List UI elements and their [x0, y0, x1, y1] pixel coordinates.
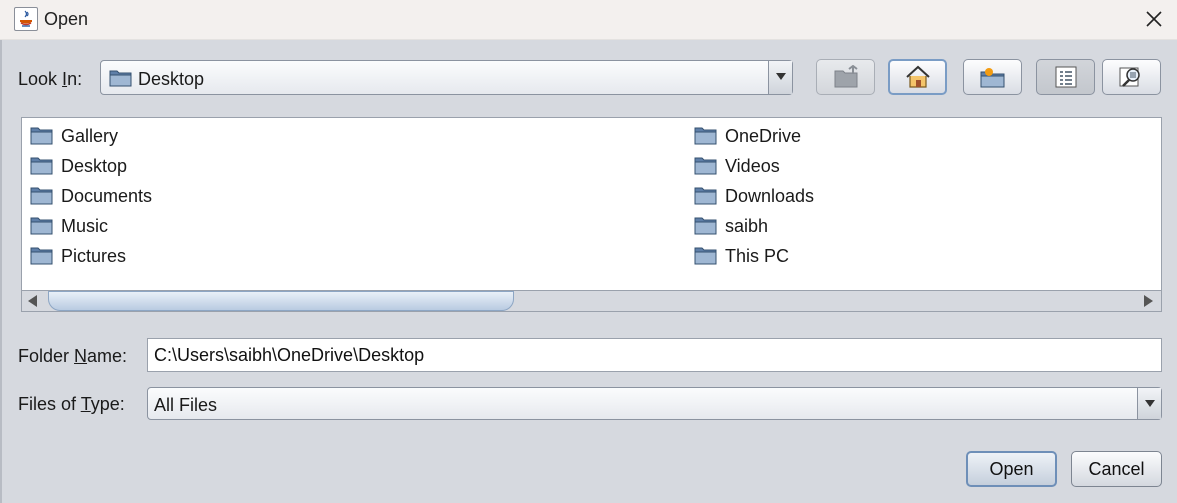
list-item[interactable]: Videos [694, 153, 780, 179]
item-label: Videos [725, 155, 780, 176]
folder-icon [30, 127, 53, 145]
new-folder-button[interactable] [963, 59, 1022, 95]
file-list[interactable]: Gallery Desktop Documents Music Pictures… [21, 117, 1162, 291]
folder-icon [30, 157, 53, 175]
cancel-button[interactable]: Cancel [1071, 451, 1162, 487]
folder-name-field[interactable] [147, 338, 1162, 372]
item-label: Gallery [61, 125, 119, 146]
list-item[interactable]: Desktop [30, 153, 127, 179]
window-border [0, 40, 2, 503]
scroll-right-icon[interactable] [1144, 295, 1153, 307]
folder-icon [30, 247, 53, 265]
list-item[interactable]: Music [30, 213, 108, 239]
scrollbar-thumb[interactable] [48, 291, 514, 311]
list-view-button[interactable] [1036, 59, 1095, 95]
open-button[interactable]: Open [966, 451, 1057, 487]
home-icon [905, 65, 930, 88]
item-label: Documents [61, 185, 153, 206]
new-folder-icon [980, 68, 1004, 88]
list-item[interactable]: This PC [694, 243, 789, 269]
list-item[interactable]: OneDrive [694, 123, 801, 149]
horizontal-scrollbar[interactable] [21, 290, 1162, 312]
look-in-value: Desktop [138, 69, 205, 89]
up-folder-icon [834, 65, 858, 88]
folder-icon [30, 187, 53, 205]
item-label: Downloads [725, 185, 815, 206]
list-item[interactable]: Pictures [30, 243, 126, 269]
item-label: Desktop [61, 155, 128, 176]
item-label: Pictures [61, 245, 127, 266]
up-one-level-button[interactable] [816, 59, 875, 95]
files-of-type-label: Files of Type: [18, 394, 125, 414]
files-of-type-combo[interactable]: All Files [147, 387, 1162, 420]
item-label: This PC [725, 245, 790, 266]
list-item[interactable]: Downloads [694, 183, 814, 209]
close-icon[interactable] [1136, 2, 1172, 36]
folder-icon [694, 187, 717, 205]
folder-icon [30, 217, 53, 235]
item-label: saibh [725, 215, 769, 236]
list-item[interactable]: Gallery [30, 123, 118, 149]
folder-name-label: Folder Name: [18, 346, 128, 366]
list-view-icon [1055, 66, 1076, 88]
folder-icon [694, 247, 717, 265]
item-label: OneDrive [725, 125, 802, 146]
java-app-icon [14, 7, 38, 31]
files-of-type-value: All Files [154, 395, 218, 415]
list-item[interactable]: Documents [30, 183, 152, 209]
folder-icon [694, 217, 717, 235]
folder-icon [694, 127, 717, 145]
folder-icon [694, 157, 717, 175]
look-in-label: Look In: [18, 69, 83, 89]
scroll-left-icon[interactable] [28, 295, 37, 307]
home-button[interactable] [888, 59, 947, 95]
details-view-button[interactable] [1102, 59, 1161, 95]
chevron-down-icon[interactable] [768, 61, 792, 94]
window-title: Open [44, 9, 89, 29]
item-label: Music [61, 215, 109, 236]
title-bar: Open [0, 0, 1177, 40]
chevron-down-icon[interactable] [1137, 388, 1161, 419]
details-view-icon [1119, 67, 1140, 87]
look-in-combo[interactable]: Desktop [100, 60, 793, 95]
folder-icon [109, 70, 132, 87]
list-item[interactable]: saibh [694, 213, 768, 239]
